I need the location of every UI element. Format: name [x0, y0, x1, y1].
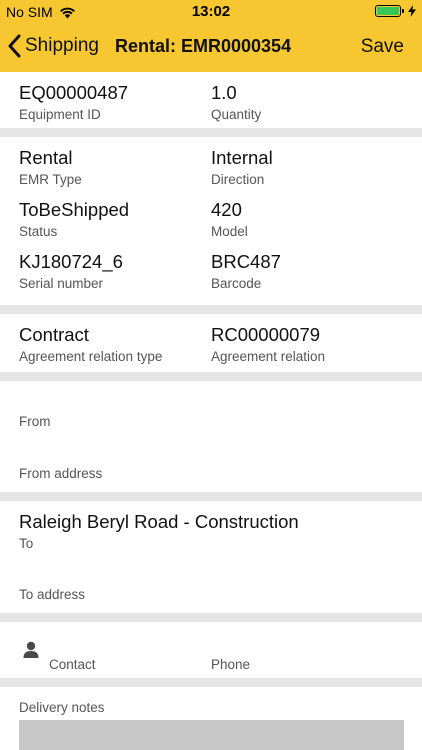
model-label: Model	[211, 224, 248, 239]
serial-number-label: Serial number	[19, 276, 104, 291]
section-divider	[0, 128, 422, 137]
serial-number-value: KJ180724_6	[19, 251, 123, 272]
status-label: Status	[19, 224, 58, 239]
back-button[interactable]: Shipping	[8, 34, 99, 58]
contact-label: Contact	[49, 657, 96, 672]
from-section[interactable]: From From address	[0, 381, 422, 492]
agreement-relation-label: Agreement relation	[211, 349, 326, 364]
status-bar: No SIM 13:02	[0, 0, 422, 24]
direction-value: Internal	[211, 147, 273, 168]
to-address-label: To address	[19, 587, 86, 602]
model-value: 420	[211, 199, 242, 220]
page-title: Rental: EMR0000354	[115, 36, 292, 56]
chevron-left-icon	[8, 34, 21, 58]
delivery-notes-input[interactable]	[19, 720, 404, 750]
navigation-bar: Shipping Rental: EMR0000354 Save	[0, 24, 422, 72]
battery-fill	[377, 7, 399, 15]
section-divider	[0, 492, 422, 501]
details-section: Rental EMR Type Internal Direction ToBeS…	[0, 137, 422, 305]
equipment-id-label: Equipment ID	[19, 107, 101, 122]
emr-type-label: EMR Type	[19, 172, 82, 187]
to-value: Raleigh Beryl Road - Construction	[19, 511, 299, 532]
contact-section[interactable]: Contact Phone	[0, 622, 422, 678]
status-value: ToBeShipped	[19, 199, 130, 220]
clock: 13:02	[191, 3, 231, 20]
battery-icon	[375, 5, 404, 17]
equipment-section: EQ00000487 Equipment ID 1.0 Quantity	[0, 72, 422, 128]
charging-bolt-icon	[408, 5, 416, 17]
section-divider	[0, 613, 422, 622]
equipment-id-value: EQ00000487	[19, 82, 129, 103]
quantity-value[interactable]: 1.0	[211, 82, 237, 104]
section-divider	[0, 678, 422, 687]
agreement-relation-type-label: Agreement relation type	[19, 349, 163, 364]
barcode-value: BRC487	[211, 251, 281, 272]
agreement-section: Contract Agreement relation type RC00000…	[0, 314, 422, 372]
from-label: From	[19, 414, 51, 429]
quantity-label: Quantity	[211, 107, 262, 122]
section-divider	[0, 372, 422, 381]
agreement-relation-value: RC00000079	[211, 324, 321, 345]
direction-label: Direction	[211, 172, 265, 187]
agreement-relation-type-value: Contract	[19, 324, 89, 345]
phone-label: Phone	[211, 657, 251, 672]
person-icon	[23, 641, 39, 658]
emr-type-value: Rental	[19, 147, 73, 168]
delivery-notes-label: Delivery notes	[19, 700, 105, 715]
to-label: To	[19, 536, 34, 551]
back-label: Shipping	[25, 35, 99, 56]
from-address-label: From address	[19, 466, 103, 481]
status-right	[375, 5, 416, 17]
save-button[interactable]: Save	[361, 36, 404, 58]
to-section[interactable]: Raleigh Beryl Road - Construction To To …	[0, 501, 422, 613]
section-divider	[0, 305, 422, 314]
barcode-label: Barcode	[211, 276, 262, 291]
